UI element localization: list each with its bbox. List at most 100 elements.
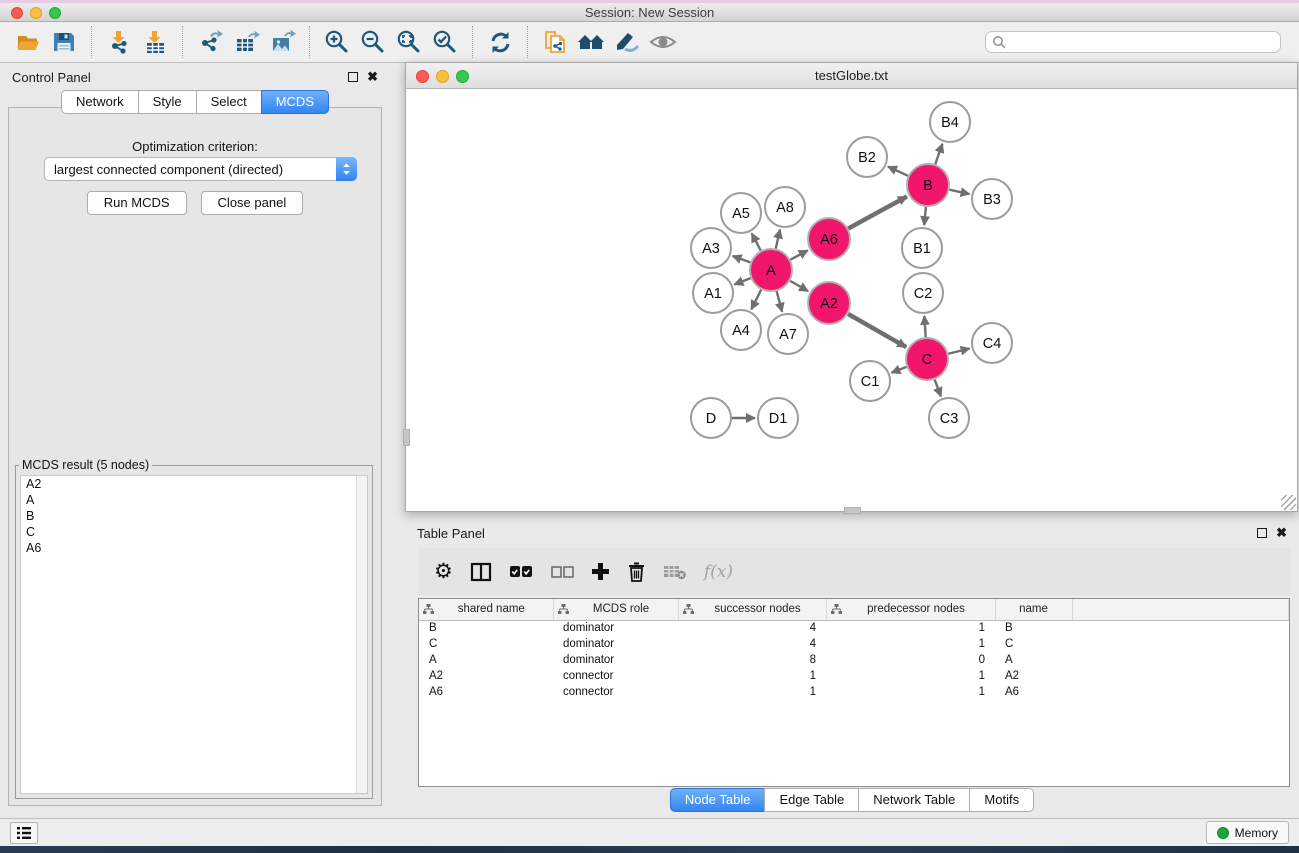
home-layout-button[interactable]: [575, 25, 607, 59]
cell-name[interactable]: C: [995, 636, 1072, 652]
pane-handle-bottom[interactable]: [844, 507, 861, 514]
cell-predecessor_nodes[interactable]: 0: [826, 652, 995, 668]
tab-edge-table[interactable]: Edge Table: [764, 788, 859, 812]
graph-edge-A-A4[interactable]: [751, 290, 761, 310]
mcds-result-item[interactable]: C: [21, 524, 367, 540]
graph-edge-A2-C[interactable]: [848, 314, 906, 347]
delete-columns-button[interactable]: [627, 561, 646, 582]
tab-motifs[interactable]: Motifs: [969, 788, 1034, 812]
save-session-button[interactable]: [48, 25, 80, 59]
duplicate-network-button[interactable]: [539, 25, 571, 59]
graph-edge-A-A6[interactable]: [790, 250, 807, 259]
show-graphics-details-button[interactable]: [647, 25, 679, 59]
add-column-button[interactable]: [591, 562, 610, 581]
window-resize-grip[interactable]: [1281, 495, 1296, 510]
mcds-result-item[interactable]: A: [21, 492, 367, 508]
graph-edge-C-C2[interactable]: [924, 316, 925, 337]
cell-shared_name[interactable]: B: [419, 620, 553, 636]
cell-shared_name[interactable]: C: [419, 636, 553, 652]
cell-successor_nodes[interactable]: 1: [678, 684, 826, 700]
export-table-button[interactable]: [230, 25, 262, 59]
column-header-name[interactable]: name: [995, 599, 1072, 620]
tab-style[interactable]: Style: [138, 90, 197, 114]
close-panel-button[interactable]: Close panel: [201, 191, 304, 215]
cell-successor_nodes[interactable]: 4: [678, 620, 826, 636]
table-row[interactable]: A6connector11A6: [419, 684, 1289, 700]
hide-graphics-details-button[interactable]: [611, 25, 643, 59]
cell-predecessor_nodes[interactable]: 1: [826, 684, 995, 700]
table-options-button[interactable]: ⚙: [434, 561, 453, 582]
cell-successor_nodes[interactable]: 1: [678, 668, 826, 684]
mcds-result-list[interactable]: A2ABCA6: [20, 475, 368, 794]
cell-name[interactable]: A6: [995, 684, 1072, 700]
cell-name[interactable]: A2: [995, 668, 1072, 684]
graph-edge-A-A2[interactable]: [790, 281, 808, 291]
cell-mcds_role[interactable]: connector: [553, 684, 678, 700]
export-image-button[interactable]: [266, 25, 298, 59]
import-network-button[interactable]: [103, 25, 135, 59]
cell-shared_name[interactable]: A: [419, 652, 553, 668]
pane-handle-left[interactable]: [403, 429, 410, 446]
tab-node-table[interactable]: Node Table: [670, 788, 766, 812]
graph-edge-A-A7[interactable]: [777, 291, 782, 312]
cell-mcds_role[interactable]: connector: [553, 668, 678, 684]
tab-network-table[interactable]: Network Table: [858, 788, 970, 812]
cell-successor_nodes[interactable]: 4: [678, 636, 826, 652]
zoom-selected-button[interactable]: [429, 25, 461, 59]
cell-shared_name[interactable]: A2: [419, 668, 553, 684]
function-builder-button[interactable]: f(x): [704, 562, 733, 582]
search-input[interactable]: [1007, 33, 1280, 51]
cell-name[interactable]: B: [995, 620, 1072, 636]
graph-edge-B-B1[interactable]: [924, 207, 926, 225]
refresh-view-button[interactable]: [484, 25, 516, 59]
table-row[interactable]: Bdominator41B: [419, 620, 1289, 636]
graph-edge-C-C4[interactable]: [948, 348, 969, 353]
cell-predecessor_nodes[interactable]: 1: [826, 620, 995, 636]
tab-network[interactable]: Network: [61, 90, 139, 114]
search-field[interactable]: [985, 31, 1281, 53]
graph-edge-B-B2[interactable]: [888, 167, 908, 176]
mcds-result-item[interactable]: A6: [21, 540, 367, 556]
delete-table-button[interactable]: [663, 564, 687, 580]
tab-mcds[interactable]: MCDS: [261, 90, 329, 114]
graph-edge-B-B4[interactable]: [935, 144, 942, 165]
cell-successor_nodes[interactable]: 8: [678, 652, 826, 668]
float-panel-icon[interactable]: [348, 72, 358, 82]
criterion-dropdown[interactable]: largest connected component (directed): [44, 157, 357, 181]
cell-mcds_role[interactable]: dominator: [553, 636, 678, 652]
cell-mcds_role[interactable]: dominator: [553, 652, 678, 668]
graph-edge-A-A8[interactable]: [776, 229, 780, 248]
table-row[interactable]: A2connector11A2: [419, 668, 1289, 684]
column-header-predecessor-nodes[interactable]: predecessor nodes: [826, 599, 995, 620]
zoom-out-button[interactable]: [357, 25, 389, 59]
task-history-button[interactable]: [10, 822, 38, 844]
cell-predecessor_nodes[interactable]: 1: [826, 668, 995, 684]
column-header-shared-name[interactable]: shared name: [419, 599, 553, 620]
mcds-result-item[interactable]: A2: [21, 476, 367, 492]
close-panel-icon[interactable]: ✖: [367, 72, 378, 82]
network-canvas[interactable]: AA1A2A3A4A5A6A7A8BB1B2B3B4CC1C2C3C4DD1: [406, 89, 1297, 511]
export-network-button[interactable]: [194, 25, 226, 59]
table-row[interactable]: Cdominator41C: [419, 636, 1289, 652]
result-scrollbar-track[interactable]: [356, 476, 367, 793]
graph-edge-A6-B[interactable]: [848, 196, 907, 228]
graph-edge-B-B3[interactable]: [949, 190, 969, 194]
column-visibility-button[interactable]: [470, 562, 492, 582]
table-row[interactable]: Adominator80A: [419, 652, 1289, 668]
graph-edge-A-A3[interactable]: [733, 256, 751, 263]
cell-predecessor_nodes[interactable]: 1: [826, 636, 995, 652]
cell-mcds_role[interactable]: dominator: [553, 620, 678, 636]
column-header-mcds-role[interactable]: MCDS role: [553, 599, 678, 620]
graph-edge-C-C1[interactable]: [891, 367, 906, 373]
import-table-button[interactable]: [139, 25, 171, 59]
column-header-successor-nodes[interactable]: successor nodes: [678, 599, 826, 620]
open-session-button[interactable]: [12, 25, 44, 59]
close-panel-icon[interactable]: ✖: [1276, 528, 1287, 538]
deselect-all-button[interactable]: [551, 566, 574, 578]
cell-name[interactable]: A: [995, 652, 1072, 668]
graph-edge-C-C3[interactable]: [935, 380, 941, 397]
network-window-titlebar[interactable]: testGlobe.txt: [406, 63, 1297, 89]
graph-edge-A-A1[interactable]: [734, 278, 750, 284]
float-panel-icon[interactable]: [1257, 528, 1267, 538]
select-all-button[interactable]: [509, 565, 534, 579]
